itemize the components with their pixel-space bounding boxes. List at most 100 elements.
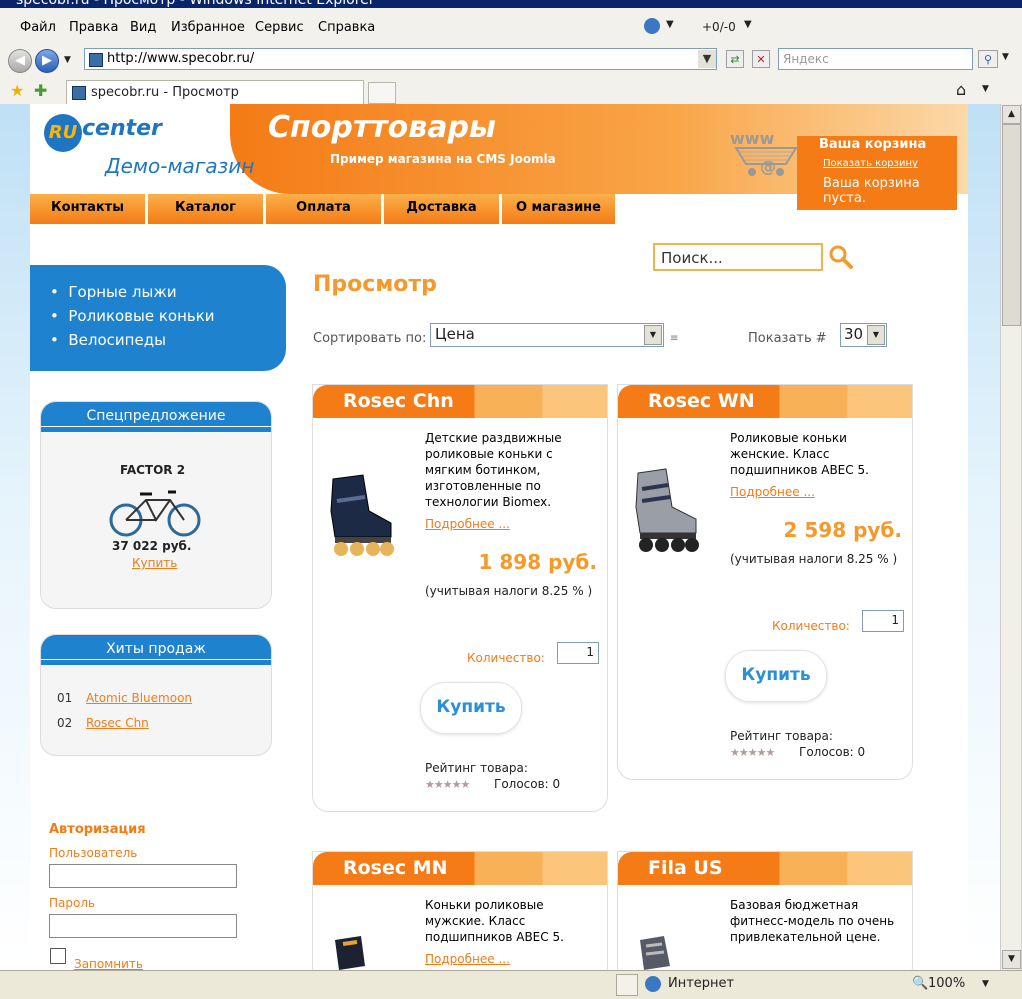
home-dropdown-icon[interactable]: ▼ bbox=[982, 84, 989, 94]
security-icon[interactable] bbox=[616, 974, 638, 996]
menu-favorites[interactable]: Избранное bbox=[171, 20, 245, 35]
tab-current[interactable]: specobr.ru - Просмотр bbox=[66, 80, 364, 104]
search-input[interactable]: Яндекс bbox=[778, 48, 973, 70]
cart-box: Ваша корзина Показать корзину Ваша корзи… bbox=[797, 136, 957, 210]
product-description: Базовая бюджетная фитнесс-модель по очен… bbox=[730, 898, 895, 944]
menu-tools[interactable]: Сервис bbox=[255, 20, 304, 35]
search-icon[interactable]: ⚲ bbox=[978, 50, 998, 68]
stop-icon[interactable]: ✕ bbox=[752, 50, 770, 68]
product-title[interactable]: Rosec MN bbox=[343, 857, 448, 879]
add-favorites-icon[interactable]: ✚ bbox=[34, 81, 47, 100]
sort-select[interactable]: Цена ▼ bbox=[430, 323, 664, 347]
page-heading: Просмотр bbox=[313, 272, 437, 297]
special-buy-link[interactable]: Купить bbox=[132, 556, 177, 570]
more-link[interactable]: Подробнее ... bbox=[425, 517, 510, 531]
new-tab-button[interactable] bbox=[368, 82, 396, 104]
back-icon[interactable]: ◀ bbox=[8, 49, 32, 73]
search-options-icon[interactable]: ▼ bbox=[1002, 52, 1009, 62]
cart-empty-text: Ваша корзина пуста. bbox=[823, 176, 920, 206]
menu-help[interactable]: Справка bbox=[318, 20, 375, 35]
special-offer-title: Спецпредложение bbox=[41, 402, 271, 432]
nav-delivery[interactable]: Доставка bbox=[384, 194, 501, 224]
cart-title: Ваша корзина bbox=[819, 137, 927, 152]
sort-select-value: Цена bbox=[435, 325, 475, 343]
bestseller-rank: 02 bbox=[57, 716, 73, 730]
special-product-name[interactable]: FACTOR 2 bbox=[120, 463, 185, 477]
address-input[interactable]: http://www.specobr.ru/ ▼ bbox=[84, 48, 717, 70]
search-icon[interactable] bbox=[828, 244, 854, 270]
bestseller-link[interactable]: Atomic Bluemoon bbox=[86, 691, 192, 705]
special-price: 37 022 руб. bbox=[112, 539, 192, 553]
username-field[interactable] bbox=[49, 864, 237, 888]
category-item[interactable]: • Роликовые коньки bbox=[50, 307, 215, 325]
bestseller-link[interactable]: Rosec Chn bbox=[86, 716, 149, 730]
username-label: Пользователь bbox=[49, 846, 138, 860]
skate-image[interactable] bbox=[626, 467, 704, 557]
tab-title: specobr.ru - Просмотр bbox=[91, 85, 239, 100]
nav-contacts[interactable]: Контакты bbox=[30, 194, 147, 224]
scroll-down-icon[interactable]: ▼ bbox=[1002, 950, 1021, 969]
scroll-up-icon[interactable]: ▲ bbox=[1002, 105, 1021, 124]
chevron-down-icon[interactable]: ▼ bbox=[644, 325, 662, 345]
home-icon[interactable]: ⌂ bbox=[956, 80, 966, 99]
counter-label[interactable]: +0/-0 bbox=[702, 20, 736, 34]
refresh-icon[interactable]: ⇄ bbox=[726, 50, 744, 68]
favorites-star-icon[interactable]: ★ bbox=[10, 81, 24, 100]
product-title[interactable]: Fila US bbox=[648, 857, 723, 879]
more-link[interactable]: Подробнее ... bbox=[730, 485, 815, 499]
tax-note: (учитывая налоги 8.25 % ) bbox=[730, 552, 898, 566]
address-dropdown-icon[interactable]: ▼ bbox=[698, 50, 716, 68]
rating-label: Рейтинг товара: bbox=[730, 729, 833, 743]
product-card: Rosec MN Коньки роликовые мужские. Класс… bbox=[312, 851, 608, 983]
product-title[interactable]: Rosec WN bbox=[648, 390, 755, 412]
remember-checkbox[interactable] bbox=[50, 948, 66, 964]
zoom-level[interactable]: 100% bbox=[928, 976, 965, 991]
nav-catalog[interactable]: Каталог bbox=[148, 194, 265, 224]
sort-order-icon[interactable]: ≡ bbox=[670, 333, 678, 344]
title-bar: specobr.ru - Просмотр - Windows Internet… bbox=[0, 0, 1022, 8]
bicycle-image[interactable] bbox=[108, 478, 202, 538]
logo-ru-mark[interactable]: RU bbox=[44, 114, 82, 152]
product-card: Rosec Chn Детские раздвижные роликовые к… bbox=[312, 384, 608, 812]
site-subtitle: Пример магазина на CMS Joomla bbox=[330, 152, 556, 166]
page-size-select[interactable]: 30 ▼ bbox=[840, 323, 887, 347]
quantity-input[interactable]: 1 bbox=[557, 642, 599, 664]
cart-logo-text: www bbox=[730, 129, 775, 148]
zoom-dropdown-icon[interactable]: ▼ bbox=[982, 979, 989, 989]
menu-view[interactable]: Вид bbox=[130, 20, 156, 35]
address-url: http://www.specobr.ru/ bbox=[107, 51, 255, 66]
category-label: Горные лыжи bbox=[68, 283, 177, 301]
site-search-input[interactable]: Поиск... bbox=[653, 243, 823, 271]
skate-image[interactable] bbox=[321, 471, 399, 561]
chevron-down-icon[interactable]: ▼ bbox=[867, 325, 885, 345]
votes-count: Голосов: 0 bbox=[494, 777, 561, 791]
product-title[interactable]: Rosec Chn bbox=[343, 390, 454, 412]
nav-about[interactable]: О магазине bbox=[502, 194, 617, 224]
quantity-input[interactable]: 1 bbox=[862, 610, 904, 632]
product-card: Rosec WN Роликовые коньки женские. Класс… bbox=[617, 384, 913, 780]
globe-icon[interactable] bbox=[644, 18, 660, 34]
show-cart-link[interactable]: Показать корзину bbox=[823, 158, 918, 169]
forward-icon[interactable]: ▶ bbox=[35, 49, 59, 73]
address-bar: ◀ ▶ ▼ http://www.specobr.ru/ ▼ ⇄ ✕ Яндек… bbox=[0, 44, 1022, 78]
menu-file[interactable]: Файл bbox=[20, 20, 56, 35]
logo-center-text[interactable]: center bbox=[82, 116, 162, 141]
zoom-icon[interactable]: 🔍 bbox=[912, 976, 928, 991]
chevron-down-icon[interactable]: ▼ bbox=[744, 19, 752, 30]
remember-label[interactable]: Запомнить bbox=[74, 957, 143, 971]
chevron-down-icon[interactable]: ▼ bbox=[666, 19, 674, 30]
category-item[interactable]: • Горные лыжи bbox=[50, 283, 177, 301]
more-link[interactable]: Подробнее ... bbox=[425, 952, 510, 966]
buy-button[interactable]: Купить bbox=[420, 682, 522, 734]
history-dropdown-icon[interactable]: ▼ bbox=[64, 55, 71, 65]
nav-payment[interactable]: Оплата bbox=[266, 194, 383, 224]
vertical-scrollbar[interactable]: ▲ ▼ bbox=[1000, 104, 1021, 970]
scroll-thumb[interactable] bbox=[1002, 124, 1021, 326]
password-field[interactable] bbox=[49, 914, 237, 938]
rating-label: Рейтинг товара: bbox=[425, 761, 528, 775]
window-title: specobr.ru - Просмотр - Windows Internet… bbox=[16, 0, 375, 8]
menu-edit[interactable]: Правка bbox=[69, 20, 118, 35]
category-item[interactable]: • Велосипеды bbox=[50, 331, 166, 349]
site-favicon-icon bbox=[89, 53, 103, 67]
buy-button[interactable]: Купить bbox=[725, 650, 827, 702]
